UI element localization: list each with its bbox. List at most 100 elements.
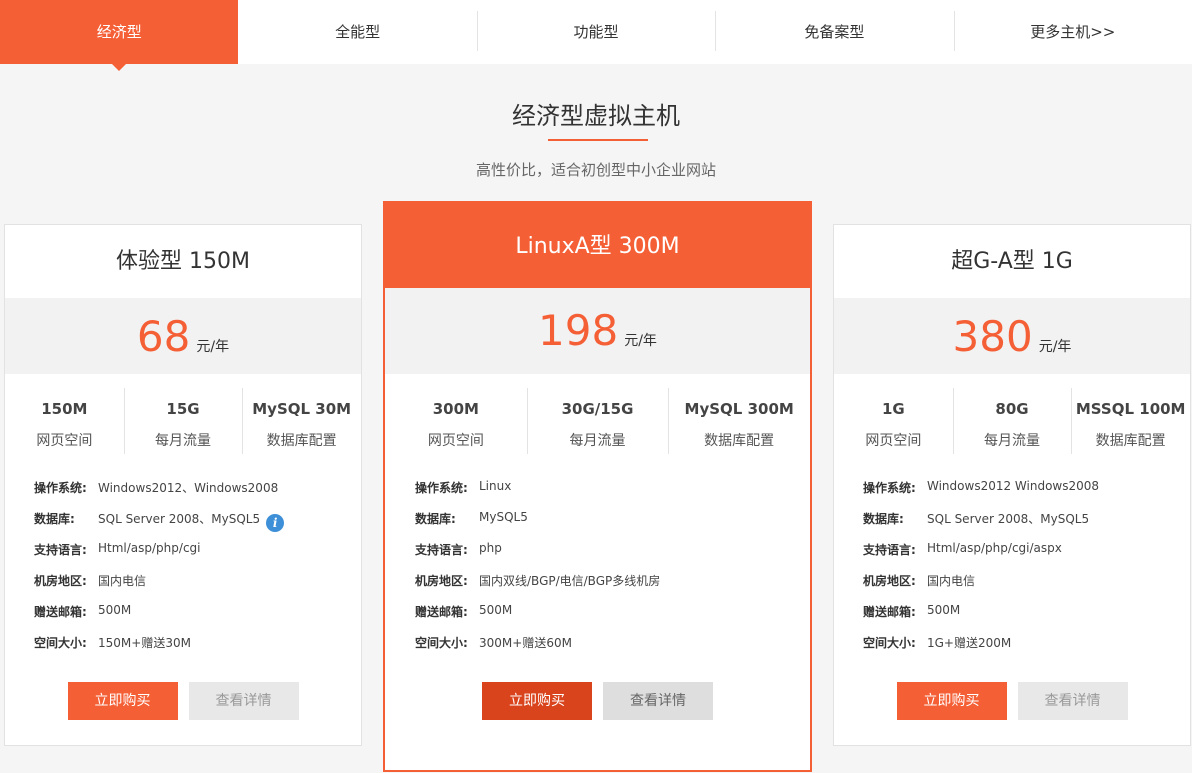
spec-traffic: 30G/15G 每月流量 xyxy=(526,388,669,454)
detail-value: Html/asp/php/cgi xyxy=(98,541,201,555)
spec-web-space: 150M 网页空间 xyxy=(5,388,124,454)
spec-database: MySQL 300M 数据库配置 xyxy=(668,388,810,454)
detail-key: 操作系统: xyxy=(863,481,916,495)
plan-actions: 立即购买 查看详情 xyxy=(5,682,361,720)
plan-details: 操作系统: Linux 数据库: MySQL5 支持语言: php 机房地区: 国内双线… xyxy=(385,479,810,665)
detail-key: 数据库: xyxy=(415,512,456,526)
detail-row-database: 数据库: SQL Server 2008、MySQL5 xyxy=(863,510,1190,541)
view-details-button[interactable]: 查看详情 xyxy=(188,682,299,720)
detail-row-os: 操作系统: Linux xyxy=(415,479,810,510)
spec-value: 150M xyxy=(41,400,88,418)
price-box: 198 元/年 xyxy=(385,288,810,374)
buy-now-button[interactable]: 立即购买 xyxy=(67,682,178,720)
detail-value: 1G+赠送200M xyxy=(927,636,1012,650)
detail-key: 支持语言: xyxy=(34,543,87,557)
tab-economy[interactable]: 经济型 xyxy=(0,0,239,71)
plan-price: 68 xyxy=(136,312,191,361)
detail-key: 操作系统: xyxy=(415,481,468,495)
detail-value: MySQL5 xyxy=(479,510,528,524)
detail-key: 机房地区: xyxy=(34,574,87,588)
plan-price: 198 xyxy=(538,306,619,355)
plan-card-super-g-a: 超G-A型 1G 380 元/年 1G 网页空间 80G 每月流量 MSSQL 1… xyxy=(833,224,1191,746)
detail-row-language: 支持语言: Html/asp/php/cgi xyxy=(34,541,361,572)
detail-key: 机房地区: xyxy=(863,574,916,588)
view-details-button[interactable]: 查看详情 xyxy=(1017,682,1128,720)
spec-label: 网页空间 xyxy=(36,433,93,449)
detail-key: 赠送邮箱: xyxy=(863,605,916,619)
detail-value: 500M xyxy=(927,603,961,617)
spec-web-space: 300M 网页空间 xyxy=(385,388,527,454)
detail-value: 500M xyxy=(479,603,513,617)
spec-value: MSSQL 100M xyxy=(1075,400,1186,418)
spec-label: 网页空间 xyxy=(865,433,922,449)
detail-value: php xyxy=(479,541,502,555)
detail-key: 机房地区: xyxy=(415,574,468,588)
section-underline xyxy=(548,139,648,141)
view-details-button[interactable]: 查看详情 xyxy=(603,682,713,720)
detail-key: 数据库: xyxy=(863,512,904,526)
spec-summary: 1G 网页空间 80G 每月流量 MSSQL 100M 数据库配置 xyxy=(834,388,1190,454)
detail-key: 赠送邮箱: xyxy=(415,605,468,619)
spec-traffic: 80G 每月流量 xyxy=(952,388,1072,454)
price-unit: 元/年 xyxy=(624,333,657,349)
spec-web-space: 1G 网页空间 xyxy=(834,388,953,454)
spec-label: 每月流量 xyxy=(569,433,626,449)
detail-value: 150M+赠送30M xyxy=(98,636,191,650)
tab-no-filing[interactable]: 免备案型 xyxy=(715,0,953,64)
spec-summary: 300M 网页空间 30G/15G 每月流量 MySQL 300M 数据库配置 xyxy=(385,388,810,454)
detail-key: 空间大小: xyxy=(34,636,87,650)
spec-label: 数据库配置 xyxy=(1095,433,1166,449)
plan-card-linux-a: LinuxA型 300M 198 元/年 300M 网页空间 30G/15G 每月… xyxy=(383,201,812,772)
price-box: 68 元/年 xyxy=(5,298,361,374)
spec-summary: 150M 网页空间 15G 每月流量 MySQL 30M 数据库配置 xyxy=(5,388,361,454)
detail-row-space-size: 空间大小: 1G+赠送200M xyxy=(863,634,1190,665)
section-title: 经济型虚拟主机 xyxy=(512,102,680,130)
plan-details: 操作系统: Windows2012 Windows2008 数据库: SQL Ser… xyxy=(834,479,1190,665)
spec-label: 每月流量 xyxy=(155,433,211,449)
spec-value: MySQL 30M xyxy=(252,400,352,418)
tab-functional[interactable]: 功能型 xyxy=(476,0,715,64)
spec-value: 30G/15G xyxy=(561,400,634,418)
detail-key: 支持语言: xyxy=(863,543,916,557)
detail-row-database: 数据库: MySQL5 xyxy=(415,510,810,541)
buy-now-button[interactable]: 立即购买 xyxy=(896,682,1007,720)
detail-row-region: 机房地区: 国内双线/BGP/电信/BGP多线机房 xyxy=(415,572,810,603)
detail-row-mail: 赠送邮箱: 500M xyxy=(34,603,361,634)
section-subtitle: 高性价比，适合初创型中小企业网站 xyxy=(475,161,716,179)
tab-all-round[interactable]: 全能型 xyxy=(238,0,476,64)
detail-value: SQL Server 2008、MySQL5 xyxy=(927,512,1090,526)
info-icon[interactable]: i xyxy=(266,514,285,532)
detail-row-database: 数据库: SQL Server 2008、MySQL5 i xyxy=(34,510,361,541)
spec-value: 1G xyxy=(881,400,905,418)
tab-more-hosts[interactable]: 更多主机>> xyxy=(953,0,1192,64)
detail-value: 300M+赠送60M xyxy=(479,636,572,650)
detail-row-os: 操作系统: Windows2012 Windows2008 xyxy=(863,479,1190,510)
price-unit: 元/年 xyxy=(1038,339,1072,355)
detail-key: 支持语言: xyxy=(415,543,468,557)
spec-value: 300M xyxy=(432,400,479,418)
plan-name: 超G-A型 1G xyxy=(951,249,1073,274)
plan-name: 体验型 150M xyxy=(116,249,250,274)
spec-label: 网页空间 xyxy=(427,433,484,449)
plan-name: LinuxA型 300M xyxy=(385,203,810,288)
detail-row-mail: 赠送邮箱: 500M xyxy=(863,603,1190,634)
detail-row-region: 机房地区: 国内电信 xyxy=(34,572,361,603)
detail-value: 国内电信 xyxy=(98,574,147,588)
spec-value: 80G xyxy=(995,400,1029,418)
detail-key: 赠送邮箱: xyxy=(34,605,87,619)
detail-row-space-size: 空间大小: 150M+赠送30M xyxy=(34,634,361,665)
plan-price: 380 xyxy=(952,312,1033,361)
detail-row-space-size: 空间大小: 300M+赠送60M xyxy=(415,634,810,665)
detail-value: Windows2012 Windows2008 xyxy=(927,479,1100,493)
spec-value: 15G xyxy=(166,400,200,418)
plan-actions: 立即购买 查看详情 xyxy=(834,682,1190,720)
detail-key: 数据库: xyxy=(34,512,75,526)
plan-actions: 立即购买 查看详情 xyxy=(385,682,810,720)
buy-now-button[interactable]: 立即购买 xyxy=(482,682,592,720)
detail-value-text: SQL Server 2008、MySQL5 xyxy=(98,512,261,526)
spec-database: MySQL 30M 数据库配置 xyxy=(242,388,361,454)
detail-value: 国内双线/BGP/电信/BGP多线机房 xyxy=(479,574,661,588)
spec-label: 每月流量 xyxy=(984,433,1040,449)
detail-key: 空间大小: xyxy=(863,636,916,650)
detail-value: 国内电信 xyxy=(927,574,976,588)
